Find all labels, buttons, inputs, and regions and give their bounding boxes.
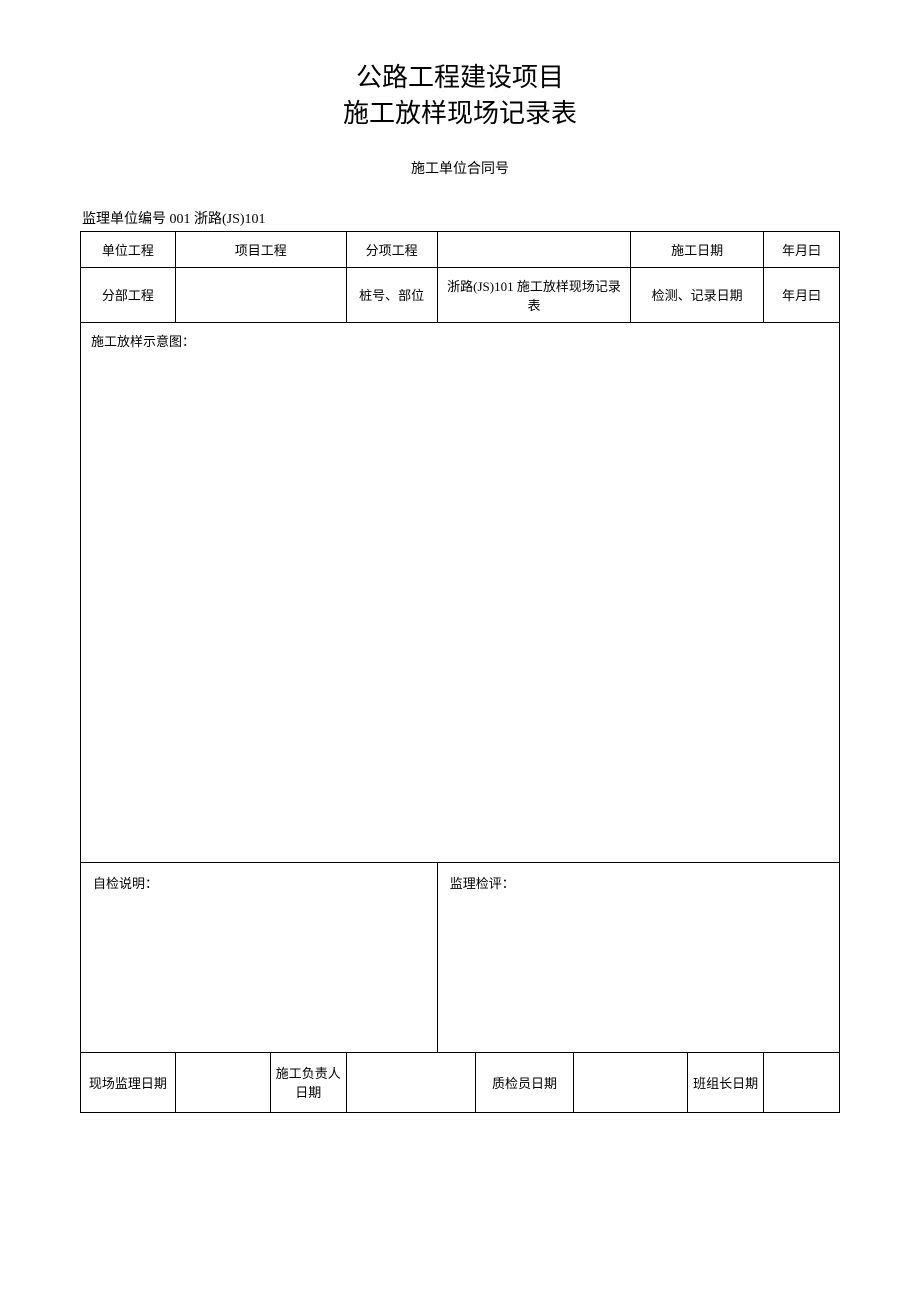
header-row-2: 分部工程 桩号、部位 浙路(JS)101 施工放样现场记录表 检测、记录日期 年… (81, 267, 840, 322)
quality-inspector-date-value (574, 1052, 688, 1112)
cell-pile-position-label: 桩号、部位 (346, 267, 437, 322)
header-row-1: 单位工程 项目工程 分项工程 施工日期 年月曰 (81, 231, 840, 267)
cell-unit-project-label: 单位工程 (81, 231, 176, 267)
signature-row: 现场监理日期 施工负责人日期 质检员日期 班组长日期 (81, 1052, 840, 1112)
subtitle: 施工单位合同号 (80, 158, 840, 178)
construction-lead-date-value (346, 1052, 475, 1112)
quality-inspector-date-label: 质检员日期 (475, 1052, 574, 1112)
cell-project-engineering-label: 项目工程 (175, 231, 346, 267)
self-check-cell: 自检说明： (81, 862, 438, 1052)
diagram-row: 施工放样示意图： (81, 322, 840, 862)
site-supervision-date-label: 现场监理日期 (81, 1052, 176, 1112)
cell-inspection-date-label: 检测、记录日期 (631, 267, 764, 322)
title-line-1: 公路工程建设项目 (80, 60, 840, 96)
cell-construction-date-label: 施工日期 (631, 231, 764, 267)
cell-subpart-project-label: 分部工程 (81, 267, 176, 322)
document-title-block: 公路工程建设项目 施工放样现场记录表 (80, 60, 840, 133)
cell-subitem-project-label: 分项工程 (346, 231, 437, 267)
team-leader-date-label: 班组长日期 (688, 1052, 764, 1112)
team-leader-date-value (764, 1052, 840, 1112)
diagram-cell: 施工放样示意图： (81, 322, 840, 862)
record-table: 单位工程 项目工程 分项工程 施工日期 年月曰 分部工程 桩号、部位 浙路(JS… (80, 231, 840, 1113)
cell-subpart-project-value (175, 267, 346, 322)
cell-pile-position-value: 浙路(JS)101 施工放样现场记录表 (437, 267, 631, 322)
title-line-2: 施工放样现场记录表 (80, 96, 840, 132)
site-supervision-date-value (175, 1052, 270, 1112)
construction-lead-date-label: 施工负责人日期 (270, 1052, 346, 1112)
pre-table-line: 监理单位编号 001 浙路(JS)101 (80, 208, 840, 228)
supervision-check-cell: 监理检评： (437, 862, 839, 1052)
comment-row: 自检说明： 监理检评： (81, 862, 840, 1052)
cell-construction-date-value: 年月曰 (764, 231, 840, 267)
cell-inspection-date-value: 年月曰 (764, 267, 840, 322)
cell-subitem-project-value (437, 231, 631, 267)
